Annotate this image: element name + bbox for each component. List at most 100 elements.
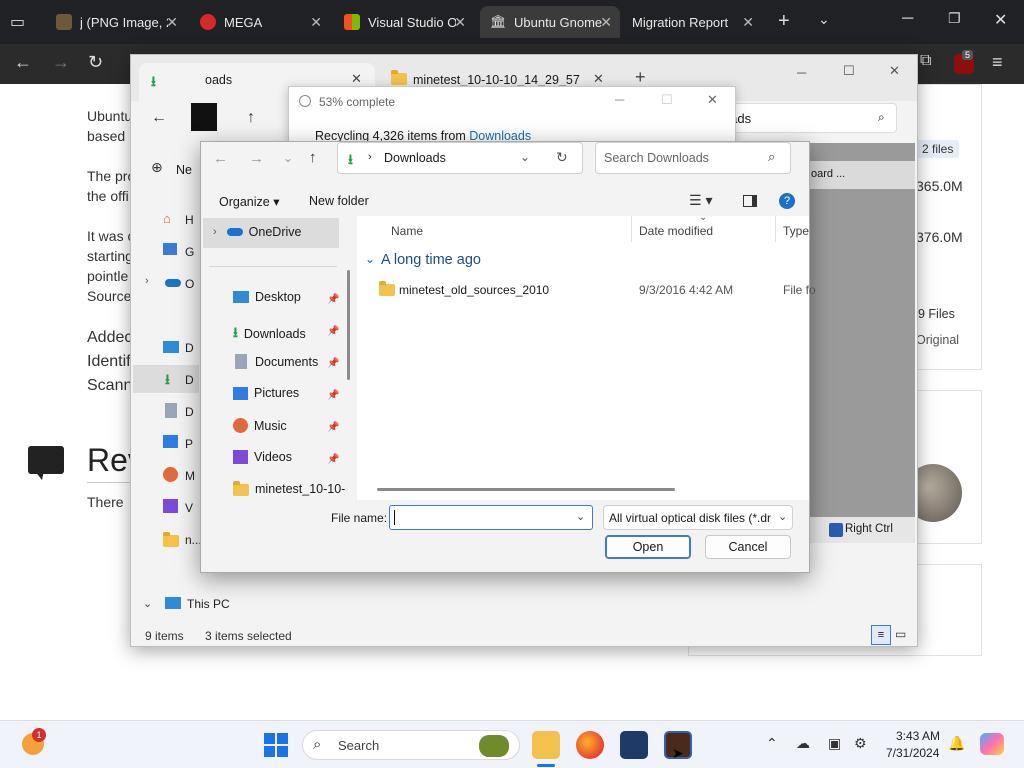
nav-item-downloads[interactable]: ⭳ Downloads: [233, 322, 306, 346]
pin-icon[interactable]: 📌: [327, 358, 339, 369]
nav-documents[interactable]: D: [185, 405, 194, 419]
music-icon[interactable]: [163, 467, 178, 482]
close-tab-icon[interactable]: ✕: [310, 14, 322, 31]
close-tab-icon[interactable]: ✕: [593, 71, 604, 87]
close-icon[interactable]: ✕: [707, 92, 718, 108]
details-view-icon[interactable]: ≡: [871, 625, 891, 645]
explorer-search-box[interactable]: loads ⌕: [711, 103, 897, 133]
file-row[interactable]: minetest_old_sources_2010 9/3/2016 4:42 …: [357, 276, 816, 302]
pc-icon[interactable]: [165, 597, 181, 609]
reload-icon[interactable]: ↻: [88, 52, 103, 73]
search-input[interactable]: Search Downloads ⌕: [595, 142, 791, 174]
collapse-group-chevron-icon[interactable]: ⌄: [365, 252, 375, 266]
browser-tab-ubuntu[interactable]: 🏛 Ubuntu Gnome ✕: [480, 6, 620, 38]
nav-onedrive[interactable]: O: [185, 277, 194, 291]
new-explorer-tab-icon[interactable]: +: [635, 67, 646, 88]
up-icon[interactable]: ↑: [247, 109, 255, 127]
help-icon[interactable]: ?: [779, 193, 795, 209]
close-tab-icon[interactable]: ✕: [351, 71, 362, 87]
refresh-icon[interactable]: ↻: [556, 149, 568, 166]
home-icon[interactable]: ⌂: [163, 211, 171, 226]
clock-time[interactable]: 3:43 AM: [896, 729, 940, 743]
file-explorer-app-icon[interactable]: [532, 731, 560, 759]
column-header-type[interactable]: Type: [783, 224, 809, 238]
start-button-icon[interactable]: [264, 733, 288, 757]
onedrive-icon[interactable]: [165, 279, 181, 287]
pin-icon[interactable]: 📌: [327, 454, 339, 465]
open-button[interactable]: Open: [605, 535, 691, 559]
gallery-icon[interactable]: [163, 243, 177, 255]
filter-dropdown-icon[interactable]: ⌄: [778, 510, 787, 523]
new-folder-button[interactable]: New folder: [309, 194, 369, 208]
minimize-icon[interactable]: ─: [615, 92, 624, 107]
folder-icon[interactable]: [163, 532, 179, 547]
nav-home[interactable]: H: [185, 213, 194, 227]
group-header[interactable]: A long time ago: [381, 252, 481, 268]
hidden-icons-chevron-icon[interactable]: ⌃: [766, 735, 778, 752]
recent-chevron-icon[interactable]: ⌄: [283, 151, 293, 165]
close-tab-icon[interactable]: ✕: [600, 14, 612, 31]
browser-tab-vs[interactable]: Visual Studio Or ✕: [334, 6, 474, 38]
up-icon[interactable]: ↑: [309, 149, 317, 166]
expand-chevron-icon[interactable]: ⌄: [143, 597, 152, 610]
nav-music[interactable]: M: [185, 469, 195, 483]
menu-icon[interactable]: ≡: [992, 52, 1003, 73]
desktop-icon[interactable]: [163, 341, 179, 353]
nav-downloads[interactable]: D: [185, 373, 194, 387]
pin-icon[interactable]: 📌: [327, 390, 339, 401]
browser-tab-mega[interactable]: MEGA ✕: [190, 6, 330, 38]
nav-item-music[interactable]: Music: [233, 418, 287, 433]
close-tab-icon[interactable]: ✕: [166, 14, 178, 31]
nav-item-desktop[interactable]: Desktop: [233, 290, 301, 304]
notifications-bell-icon[interactable]: 🔔: [948, 735, 965, 752]
nav-item-videos[interactable]: Videos: [233, 450, 292, 464]
filename-input[interactable]: ⌄: [389, 505, 593, 530]
nav-scrollbar[interactable]: [347, 270, 350, 380]
expand-chevron-icon[interactable]: ›: [213, 226, 217, 238]
new-tab-button[interactable]: +: [778, 10, 790, 33]
nav-videos[interactable]: V: [185, 501, 193, 515]
pin-icon[interactable]: 📌: [327, 326, 339, 337]
virtualbox-app-icon[interactable]: [620, 731, 648, 759]
minimize-window-icon[interactable]: ─: [902, 10, 913, 28]
nav-item-pictures[interactable]: Pictures: [233, 386, 299, 400]
firefox-app-icon[interactable]: [576, 731, 604, 759]
videos-icon[interactable]: [163, 499, 178, 513]
clock-date[interactable]: 7/31/2024: [886, 746, 939, 760]
documents-icon[interactable]: [165, 403, 177, 418]
pictures-icon[interactable]: [163, 435, 178, 448]
minimize-icon[interactable]: ─: [797, 65, 806, 80]
preview-pane-icon[interactable]: [743, 195, 757, 207]
nav-this-pc[interactable]: This PC: [187, 597, 230, 611]
nav-gallery[interactable]: G: [185, 245, 194, 259]
file-type-filter[interactable]: All virtual optical disk files (*.dr ⌄: [603, 505, 793, 530]
browser-tab-migration[interactable]: Migration Report ✕: [622, 6, 762, 38]
back-icon[interactable]: ←: [14, 52, 32, 73]
network-off-icon[interactable]: ☁: [796, 735, 810, 752]
tab-list-chevron-icon[interactable]: ⌄: [818, 11, 830, 28]
nav-item-onedrive[interactable]: › OneDrive: [213, 225, 301, 239]
forward-icon[interactable]: →: [249, 150, 264, 167]
close-icon[interactable]: ✕: [889, 63, 900, 79]
pin-icon[interactable]: 📌: [327, 422, 339, 433]
address-dropdown-icon[interactable]: ⌄: [520, 150, 530, 164]
filename-dropdown-icon[interactable]: ⌄: [576, 510, 585, 523]
expand-chevron-icon[interactable]: ›: [145, 275, 149, 287]
close-tab-icon[interactable]: ✕: [742, 14, 754, 31]
maximize-window-icon[interactable]: ❐: [948, 10, 961, 27]
column-header-name[interactable]: Name: [391, 224, 423, 238]
device-icon[interactable]: ▣: [828, 735, 841, 752]
extensions-icon[interactable]: ⧉: [920, 52, 931, 70]
close-window-icon[interactable]: ✕: [994, 10, 1007, 30]
cancel-button[interactable]: Cancel: [705, 535, 791, 559]
horizontal-scrollbar[interactable]: [377, 488, 675, 491]
back-icon[interactable]: ←: [213, 150, 228, 167]
tab-actions-icon[interactable]: ▭: [10, 12, 25, 32]
maximize-icon[interactable]: ☐: [661, 92, 673, 108]
maximize-icon[interactable]: ☐: [843, 63, 855, 79]
copilot-icon[interactable]: [980, 733, 1004, 755]
pin-icon[interactable]: 📌: [327, 294, 339, 305]
nav-pictures[interactable]: P: [185, 437, 193, 451]
nav-item-minetest[interactable]: minetest_10-10-: [233, 481, 345, 496]
close-tab-icon[interactable]: ✕: [454, 14, 466, 31]
